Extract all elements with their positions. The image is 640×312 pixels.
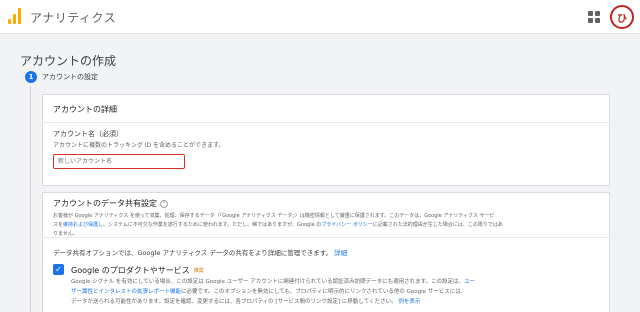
- avatar[interactable]: ひ: [610, 5, 634, 29]
- option-desc-1a: Google シグナル を有効にしている場合、この設定は Google ユーザー…: [71, 279, 465, 285]
- analytics-logo-icon[interactable]: [8, 8, 22, 24]
- step-connector: [30, 86, 31, 312]
- desc-line-2a: スを: [53, 222, 64, 228]
- page-title: アカウントの作成: [20, 54, 117, 68]
- desc-line-1: お客様が Google アナリティクス を使って収集、処理、保存するデータ（「G…: [53, 213, 495, 219]
- recommended-badge: 推奨: [193, 268, 204, 274]
- data-sharing-title: アカウントのデータ共有設定 ?: [53, 198, 168, 209]
- maintain-protect-link[interactable]: 維持および保護: [63, 222, 98, 228]
- sharing-options-label: データ共有オプションでは、Google アナリティクス データの共有をより詳細に…: [53, 249, 333, 257]
- sharing-options-text: データ共有オプションでは、Google アナリティクス データの共有をより詳細に…: [53, 247, 347, 257]
- google-products-title: Google のプロダクトやサービス: [71, 266, 190, 275]
- divider: [43, 122, 609, 123]
- desc-line-2b: し、システムに不可欠な作業を遂行するために使われます。ただし、稀ではありますが、…: [98, 222, 322, 228]
- learn-more-link[interactable]: 詳細: [334, 249, 347, 257]
- apps-grid-icon[interactable]: [588, 11, 600, 23]
- demographics-link-part1[interactable]: ユー: [464, 279, 475, 285]
- privacy-policy-link[interactable]: プライバシー ポリシー: [321, 222, 373, 228]
- account-details-title: アカウントの詳細: [53, 105, 117, 114]
- option-desc-3a: データが送られる可能性があります。設定を確認、変更するには、各プロパティの [サ…: [71, 299, 397, 305]
- data-sharing-title-text: アカウントのデータ共有設定: [53, 199, 157, 208]
- data-sharing-description: お客様が Google アナリティクス を使って収集、処理、保存するデータ（「G…: [53, 212, 603, 239]
- google-products-option: Google のプロダクトやサービス 推奨: [71, 265, 204, 276]
- help-icon[interactable]: ?: [160, 199, 168, 208]
- divider: [43, 237, 609, 238]
- app-title: アナリティクス: [30, 11, 117, 25]
- show-example-link[interactable]: 例を表示: [398, 299, 420, 305]
- google-products-checkbox[interactable]: ✓: [53, 264, 64, 275]
- step-label: アカウントの設定: [42, 73, 98, 81]
- option-desc-2b: に必要です。このオプションを無効にしても、プロパティに明示的にリンクされている他…: [181, 289, 467, 295]
- demographics-link-part2[interactable]: ザー属性とインタレストの拡張レポート機能: [71, 289, 181, 295]
- step-number-badge: 1: [25, 71, 37, 83]
- account-details-card: アカウントの詳細 アカウント名（必須） アカウントに複数のトラッキング ID を…: [42, 94, 610, 186]
- google-products-description: Google シグナル を有効にしている場合、この設定は Google ユーザー…: [71, 277, 603, 307]
- account-name-label: アカウント名（必須）: [53, 130, 123, 138]
- desc-line-2c: に記載された法的理由が生じた場合には、この限りではあ: [372, 222, 503, 228]
- data-sharing-card: アカウントのデータ共有設定 ? お客様が Google アナリティクス を使って…: [42, 192, 610, 312]
- account-name-help: アカウントに複数のトラッキング ID を含めることができます。: [53, 142, 225, 149]
- top-app-bar: アナリティクス ひ: [0, 0, 640, 34]
- account-name-input[interactable]: [53, 154, 185, 169]
